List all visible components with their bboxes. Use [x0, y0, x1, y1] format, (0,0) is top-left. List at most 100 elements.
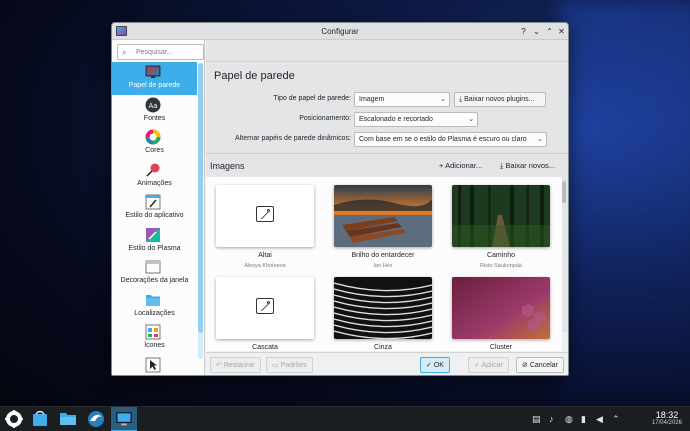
sidebar-item-wallpaper[interactable]: Papel de parede: [112, 62, 197, 95]
cancel-button[interactable]: ⊘ Cancelar: [516, 357, 564, 373]
apply-button[interactable]: ✓ Aplicar: [468, 357, 509, 373]
active-task-system-settings[interactable]: [111, 407, 137, 431]
wallpaper-thumb-path[interactable]: [452, 185, 550, 247]
close-icon[interactable]: ✕: [556, 26, 567, 37]
titlebar[interactable]: Configurar ? ⌄ ⌃ ✕: [112, 23, 568, 40]
wallpaper-author: Ian Hex: [373, 263, 393, 269]
reset-button[interactable]: ↶ Restaurar: [210, 357, 261, 373]
grid-scrollbar-thumb[interactable]: [562, 181, 566, 203]
sidebar-item-label: Estilo do Plasma: [128, 244, 181, 252]
help-icon[interactable]: ?: [518, 26, 529, 37]
wallpaper-thumb-cascade[interactable]: [216, 277, 314, 339]
sidebar-item-fonts[interactable]: Aa Fontes: [112, 95, 197, 128]
wallpaper-thumb-evening-glow[interactable]: [334, 185, 432, 247]
icons-icon: [145, 324, 161, 340]
sidebar-item-cursors[interactable]: [112, 355, 197, 376]
positioning-combo[interactable]: Escalonado e recortado ⌄: [354, 112, 478, 127]
dialog-button-bar: ↶ Restaurar ▭ Padrões ✓ OK ✓ Aplicar ⊘ C…: [206, 352, 568, 375]
window-title: Configurar: [321, 27, 359, 36]
file-manager-icon[interactable]: [58, 409, 78, 429]
sidebar-item-label: Decorações da janela: [120, 277, 189, 284]
discover-store-icon[interactable]: [30, 409, 50, 429]
download-new-button[interactable]: ⤓ Baixar novos...: [500, 161, 555, 171]
locations-icon: [146, 294, 160, 306]
path-image: [452, 185, 550, 247]
sidebar-item-label: Estilo do aplicativo: [125, 212, 184, 219]
chevron-down-icon: ⌄: [537, 136, 543, 143]
sidebar-item-window-decorations[interactable]: Decorações da janela: [112, 257, 197, 290]
top-header: [206, 40, 568, 62]
add-image-label: Adicionar...: [445, 161, 483, 170]
dynamic-switch-combo[interactable]: Com base em se o estilo do Plasma é escu…: [354, 132, 547, 147]
sidebar-item-label: Fontes: [143, 114, 166, 122]
add-image-button[interactable]: + Adicionar...: [439, 161, 482, 170]
dynamic-switch-label: Alternar papéis de parede dinâmicos:: [235, 135, 351, 142]
sidebar-item-animations[interactable]: Animações: [112, 160, 197, 193]
speaker-icon[interactable]: ◀: [596, 414, 603, 425]
configure-window: Configurar ? ⌄ ⌃ ✕ ⌕ Pesquisar... Papel …: [111, 22, 569, 376]
defaults-icon: ▭: [272, 362, 279, 369]
image-placeholder-icon: [256, 298, 274, 314]
ok-button[interactable]: ✓ OK: [420, 357, 450, 373]
search-input[interactable]: ⌕ Pesquisar...: [117, 44, 204, 60]
sidebar-scrollbar[interactable]: [198, 63, 203, 359]
wallpaper-type-label: Tipo de papel de parede:: [273, 95, 351, 102]
taskbar: ▤ ♪ ◍ ▮ ◀ ⌃ 18:32 17/04/2026: [0, 406, 690, 431]
sidebar-item-label: Ícones: [144, 342, 165, 349]
sidebar-item-plasma-style[interactable]: Estilo do Plasma: [112, 225, 197, 258]
clipboard-icon[interactable]: ▤: [532, 414, 541, 425]
sidebar-item-label: Papel de parede: [128, 82, 181, 89]
grid-scrollbar[interactable]: [561, 179, 567, 349]
ok-label: OK: [433, 362, 444, 369]
wallpaper-name: Cinza: [374, 344, 392, 351]
volume-icon[interactable]: ♪: [549, 414, 554, 424]
cursor-icon: [145, 357, 161, 372]
browser-icon[interactable]: [86, 409, 106, 429]
wallpaper-thumb-cluster[interactable]: [452, 277, 550, 339]
sidebar-item-label: Cores: [145, 147, 164, 154]
wallpaper-type-combo[interactable]: Imagem ⌄: [354, 92, 450, 107]
image-placeholder-sun: [267, 209, 270, 212]
dynamic-switch-value: Com base em se o estilo do Plasma é escu…: [359, 136, 527, 143]
sidebar-item-locations[interactable]: Localizações: [112, 290, 197, 323]
clock-time: 18:32: [655, 410, 679, 420]
page-title: Papel de parede: [214, 70, 295, 82]
network-icon[interactable]: ◍: [565, 414, 573, 425]
maximize-icon[interactable]: ⌃: [544, 26, 555, 37]
category-list: Papel de parede Aa Fontes Cores Animaçõe…: [112, 62, 197, 376]
download-icon: ⤓: [500, 161, 504, 170]
clock[interactable]: 18:32 17/04/2026: [652, 410, 682, 426]
wallpaper-thumb-altai[interactable]: [216, 185, 314, 247]
wallpaper-grid: Altai Alesya Khoteeva Brilho do entardec…: [206, 177, 562, 351]
app-launcher-icon[interactable]: [4, 409, 24, 429]
wallpaper-name: Cascata: [252, 344, 278, 351]
colors-icon: [145, 129, 161, 145]
desktop-glow: [560, 0, 690, 400]
battery-icon[interactable]: ▮: [581, 414, 586, 425]
wallpaper-icon: [145, 65, 161, 78]
wallpaper-thumb-gray[interactable]: [334, 277, 432, 339]
check-icon: ✓: [426, 362, 432, 369]
evening-glow-image: [334, 185, 432, 247]
check-icon: ✓: [474, 362, 480, 369]
search-placeholder: Pesquisar...: [136, 49, 173, 56]
sidebar-item-icons[interactable]: Ícones: [112, 322, 197, 355]
wallpaper-author: Alesya Khoteeva: [244, 263, 286, 269]
cluster-image: [452, 277, 550, 339]
tray-expand-icon[interactable]: ⌃: [612, 414, 620, 425]
download-icon: ⤓: [459, 96, 463, 103]
application-style-icon: [145, 194, 161, 210]
wallpaper-name: Caminho: [486, 252, 515, 259]
sidebar-item-colors[interactable]: Cores: [112, 127, 197, 160]
sidebar-item-label: Localizações: [134, 309, 175, 317]
get-new-plugins-button[interactable]: ⤓ Baixar novos plugins...: [454, 92, 546, 107]
search-icon: ⌕: [122, 48, 127, 57]
gray-image: [334, 277, 432, 339]
sidebar-item-application-style[interactable]: Estilo do aplicativo: [112, 192, 197, 225]
cancel-icon: ⊘: [522, 362, 528, 369]
defaults-label: Padrões: [280, 362, 307, 369]
defaults-button[interactable]: ▭ Padrões: [266, 357, 313, 373]
sidebar-scrollbar-thumb[interactable]: [198, 63, 203, 333]
wallpaper-name: Altai: [258, 252, 272, 259]
minimize-icon[interactable]: ⌄: [531, 26, 542, 37]
